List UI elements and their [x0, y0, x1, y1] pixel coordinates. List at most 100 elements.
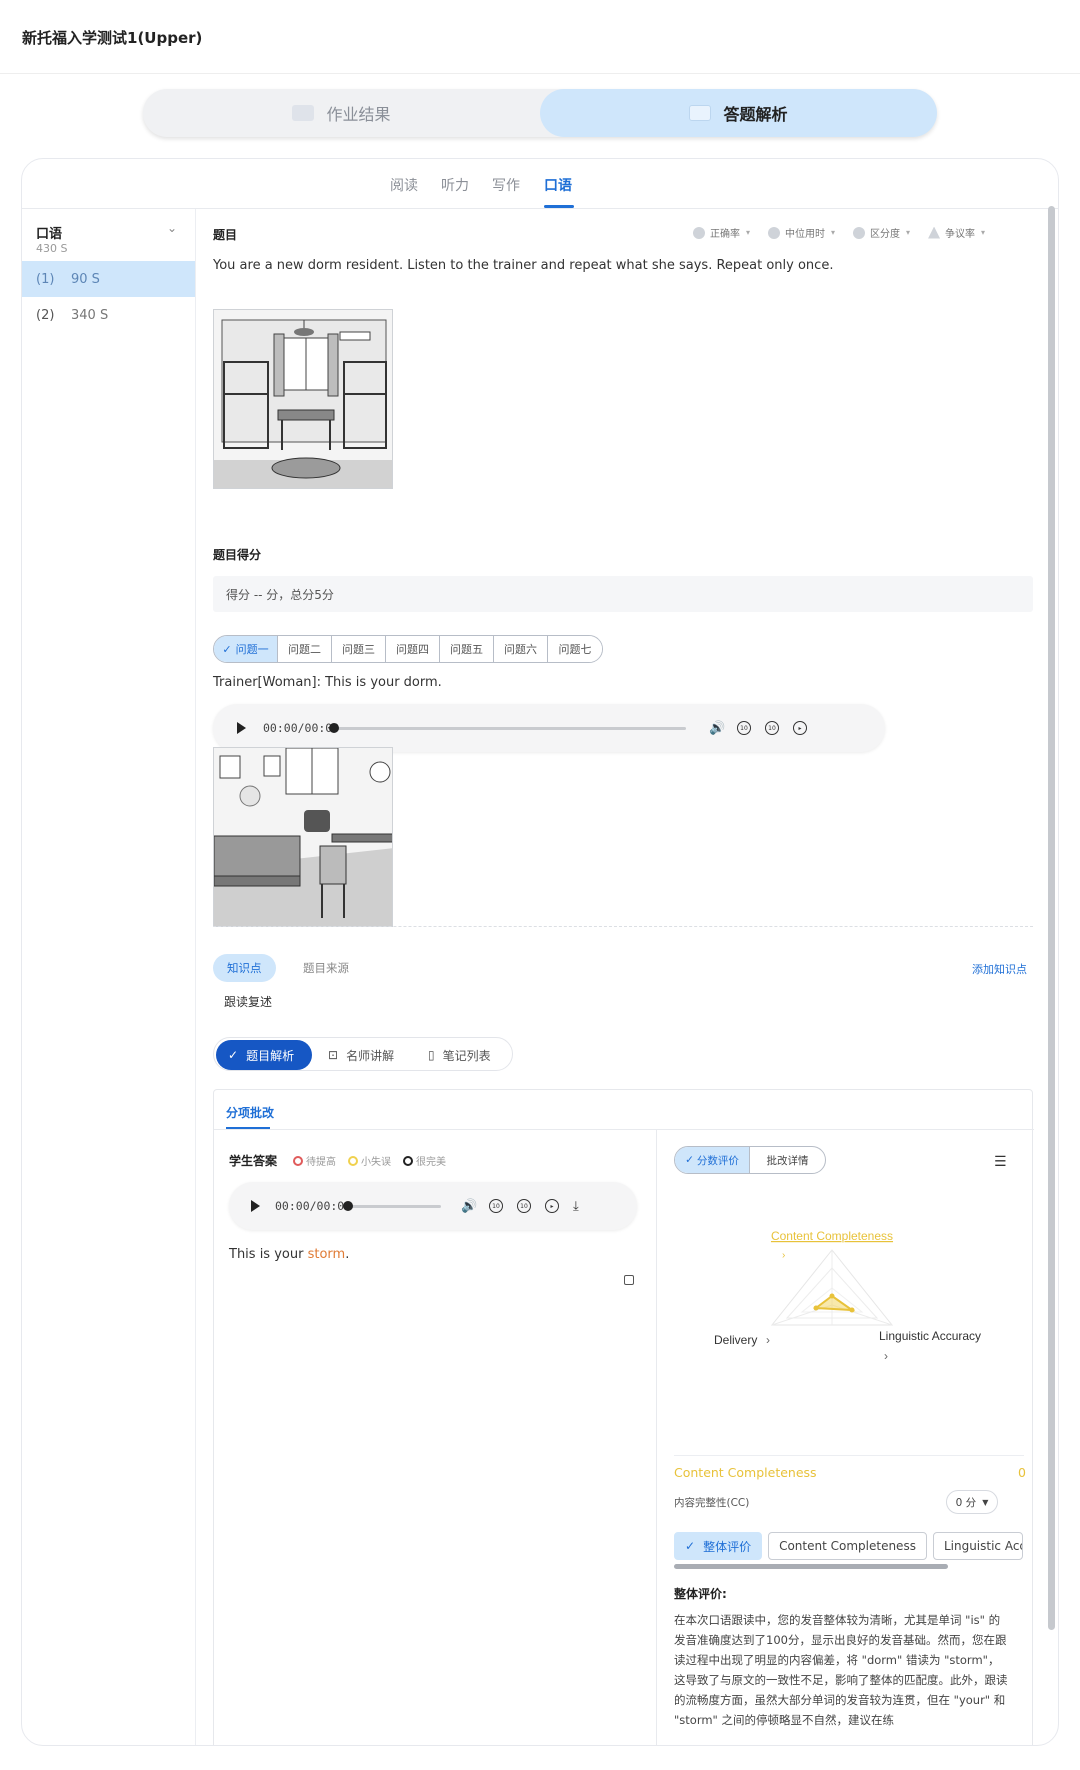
horizontal-scrollbar[interactable]: [674, 1564, 948, 1569]
tab-listening[interactable]: 听力: [441, 175, 469, 195]
progress-knob[interactable]: [329, 723, 339, 733]
volume-icon[interactable]: 🔊: [461, 1199, 477, 1214]
rewind-10-icon[interactable]: 10: [737, 721, 751, 735]
check-icon: ✓: [685, 1539, 696, 1553]
chevron-right-icon[interactable]: ›: [782, 1250, 785, 1261]
chevron-down-icon[interactable]: ⌄: [167, 221, 177, 235]
tab-question-2[interactable]: 问题二: [278, 636, 332, 662]
rewind-10-icon[interactable]: 10: [489, 1199, 503, 1213]
evaluation-tabs: ✓ 分数评价 批改详情: [674, 1146, 826, 1174]
chevron-right-icon[interactable]: ›: [766, 1333, 770, 1347]
tab-question-7[interactable]: 问题七: [548, 636, 602, 662]
lecture-icon: ⊡: [328, 1048, 339, 1062]
progress-knob[interactable]: [343, 1201, 353, 1211]
tab-homework-result[interactable]: 作业结果: [143, 89, 540, 137]
result-icon: [292, 105, 315, 121]
sidebar-section-total: 430 S: [36, 242, 68, 255]
forward-10-icon[interactable]: 10: [517, 1199, 531, 1213]
dorm-room-image: [213, 309, 393, 489]
main-card: 阅读 听力 写作 口语 口语 430 S ⌄ (1) 90 S (2) 340 …: [21, 158, 1059, 1746]
sidebar-item-1[interactable]: (1) 90 S: [22, 261, 195, 297]
chevron-right-icon[interactable]: ›: [884, 1349, 888, 1363]
cc-title: Content Completeness: [674, 1465, 817, 1480]
tab-reading[interactable]: 阅读: [390, 175, 418, 195]
bedroom-image: [213, 747, 393, 927]
tab-writing[interactable]: 写作: [492, 175, 520, 195]
tab-question-4[interactable]: 问题四: [386, 636, 440, 662]
score-box: 得分 -- 分，总分5分: [213, 576, 1033, 612]
error-word[interactable]: storm: [308, 1247, 346, 1262]
sidebar-item-2[interactable]: (2) 340 S: [22, 297, 195, 333]
tab-knowledge-point[interactable]: 知识点: [213, 954, 276, 982]
tab-question-analysis[interactable]: ✓ 题目解析: [216, 1040, 312, 1070]
question-title: 题目: [213, 228, 238, 242]
score-radar-chart: Content Completeness › Delivery › Lingui…: [714, 1229, 981, 1363]
question-prompt: You are a new dorm resident. Listen to t…: [213, 258, 834, 273]
main-tabs: 作业结果 答题解析: [143, 89, 937, 137]
trainer-audio-player: 00:00/00:00 🔊 10 10 ▸: [213, 704, 885, 752]
stat-dispute[interactable]: 争议率 ▾: [928, 225, 985, 240]
tab-label: 答题解析: [723, 105, 788, 124]
divider: [214, 1129, 1034, 1130]
overall-evaluation-title: 整体评价:: [674, 1587, 727, 1601]
sidebar-section-title[interactable]: 口语: [36, 223, 62, 242]
audio-time: 00:00/00:00: [263, 721, 340, 735]
check-icon: ✓: [228, 1048, 239, 1062]
cc-subtitle: 内容完整性(CC): [674, 1497, 750, 1509]
answer-legend: 待提高 小失误 很完美: [293, 1153, 446, 1168]
volume-icon[interactable]: 🔊: [709, 721, 725, 736]
radar-label-linguistic-accuracy[interactable]: Linguistic Accuracy: [879, 1329, 981, 1343]
result-tabs: ✓ 整体评价 Content Completeness Linguistic Ac…: [674, 1532, 1023, 1560]
divider: [213, 926, 1033, 927]
review-panel: 分项批改 学生答案 待提高 小失误 很完美 00:00/00:08 🔊 10 1…: [213, 1089, 1034, 1745]
download-icon[interactable]: ⤓: [573, 1199, 579, 1214]
vertical-scrollbar[interactable]: [1048, 206, 1055, 1630]
stat-accuracy[interactable]: 正确率 ▾: [693, 225, 750, 240]
add-knowledge-point-link[interactable]: 添加知识点: [972, 961, 1027, 977]
tab-notes-list[interactable]: ▯ 笔记列表: [428, 1040, 491, 1070]
tab-question-1[interactable]: ✓ 问题一: [214, 636, 278, 662]
cc-score-select[interactable]: 0 分 ▼: [946, 1490, 998, 1514]
skill-tabs: 阅读 听力 写作 口语: [22, 159, 1058, 209]
legend-needs-improvement: 待提高: [293, 1153, 336, 1168]
progress-track[interactable]: [347, 1204, 441, 1208]
tab-question-5[interactable]: 问题五: [440, 636, 494, 662]
timer-icon: [768, 226, 781, 239]
radar-label-delivery[interactable]: Delivery: [714, 1333, 757, 1347]
speed-icon[interactable]: ▸: [793, 721, 807, 735]
play-icon[interactable]: [251, 1200, 260, 1212]
question-stats: 正确率 ▾ 中位用时 ▾ 区分度 ▾ 争议率 ▾: [693, 225, 985, 240]
score-title: 题目得分: [213, 548, 262, 562]
notebook-icon: ▯: [428, 1048, 435, 1062]
student-audio-player: 00:00/00:08 🔊 10 10 ▸ ⤓: [229, 1182, 637, 1230]
tab-linguistic-accuracy[interactable]: Linguistic Accu: [932, 1532, 1023, 1560]
tab-overall-evaluation[interactable]: ✓ 整体评价: [674, 1532, 763, 1560]
legend-perfect: 很完美: [403, 1153, 446, 1168]
tab-question-6[interactable]: 问题六: [494, 636, 548, 662]
stat-discrimination[interactable]: 区分度 ▾: [853, 225, 910, 240]
page-title: 新托福入学测试1(Upper): [22, 29, 203, 47]
menu-icon[interactable]: ☰: [994, 1154, 1007, 1170]
tab-content-completeness[interactable]: Content Completeness: [768, 1532, 927, 1560]
tab-question-source[interactable]: 题目来源: [289, 954, 363, 982]
tab-review-details[interactable]: 批改详情: [750, 1147, 825, 1173]
question-content: 题目 正确率 ▾ 中位用时 ▾ 区分度 ▾ 争议率 ▾ You are a new do…: [213, 209, 1037, 1745]
tab-score-evaluation[interactable]: ✓ 分数评价: [675, 1147, 750, 1173]
tab-speaking[interactable]: 口语: [544, 175, 572, 195]
radar-label-content-completeness[interactable]: Content Completeness: [771, 1229, 893, 1243]
tab-itemized-review[interactable]: 分项批改: [226, 1104, 274, 1121]
tab-question-3[interactable]: 问题三: [332, 636, 386, 662]
sidebar: 口语 430 S ⌄ (1) 90 S (2) 340 S: [22, 209, 196, 1745]
tab-answer-analysis[interactable]: 答题解析: [540, 89, 937, 137]
audio-time: 00:00/00:08: [275, 1199, 352, 1213]
forward-10-icon[interactable]: 10: [765, 721, 779, 735]
black-circle-icon: [403, 1155, 413, 1166]
red-circle-icon: [293, 1155, 303, 1166]
stat-median-time[interactable]: 中位用时 ▾: [768, 225, 835, 240]
speed-icon[interactable]: ▸: [545, 1199, 559, 1213]
copy-icon[interactable]: [624, 1275, 634, 1285]
tab-teacher-explanation[interactable]: ⊡ 名师讲解: [328, 1040, 394, 1070]
progress-track[interactable]: [331, 726, 686, 730]
legend-minor-mistake: 小失误: [348, 1153, 391, 1168]
play-icon[interactable]: [237, 722, 246, 734]
